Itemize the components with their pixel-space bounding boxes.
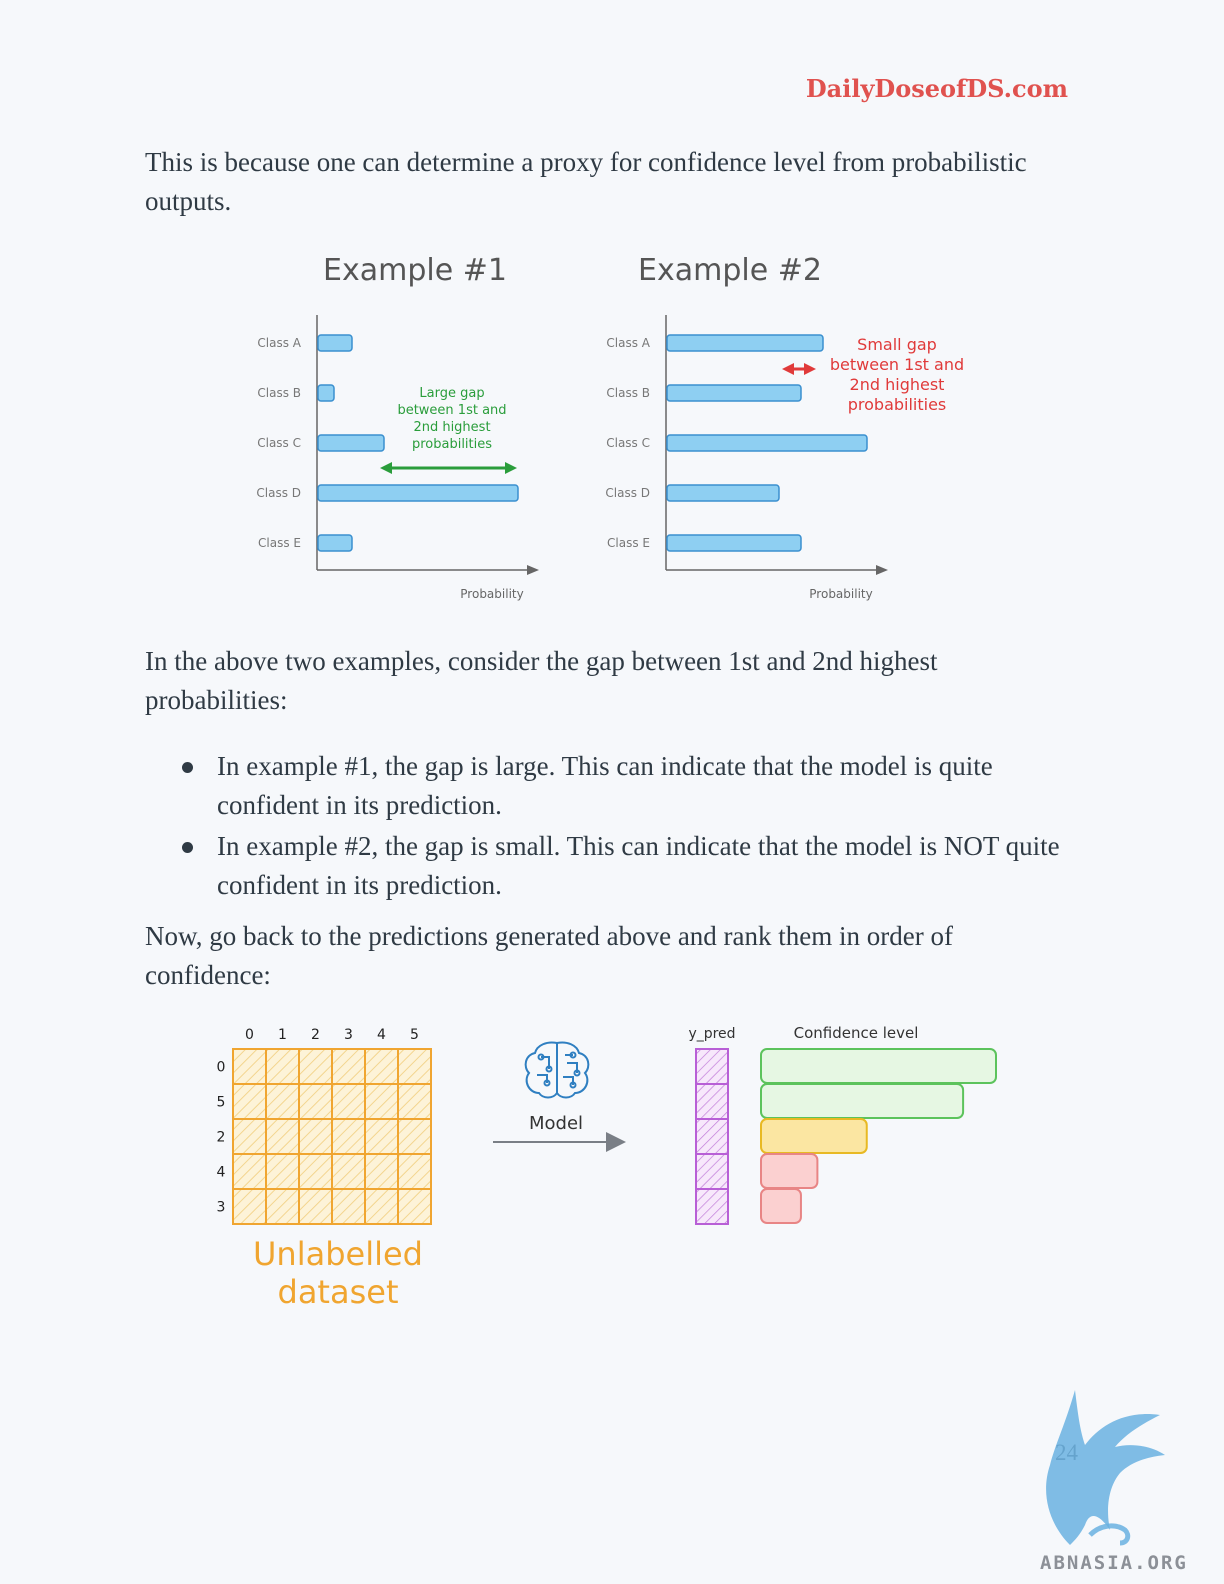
column-header: 5 — [410, 1027, 419, 1043]
row-header: 0 — [217, 1060, 226, 1076]
bar — [317, 484, 519, 502]
category-label: Class A — [606, 336, 650, 350]
example-1-chart: Example #1 Probability Class A Class B Clas… — [256, 253, 539, 601]
watermark-text: ABNASIA.ORG — [1040, 1552, 1188, 1574]
gap-arrowhead-left — [782, 363, 794, 375]
model-icon — [524, 1041, 590, 1099]
row-header: 2 — [217, 1130, 226, 1146]
row-header: 4 — [217, 1165, 226, 1181]
example-2-title: Example #2 — [638, 253, 822, 288]
row-header: 5 — [217, 1095, 226, 1111]
ypred-background — [695, 1048, 729, 1225]
bullet-item: In example #1, the gap is large. This ca… — [145, 747, 1085, 825]
model-label: Model — [529, 1113, 583, 1134]
category-label: Class C — [257, 436, 301, 450]
dataset-label-line-2: dataset — [278, 1273, 399, 1311]
site-brand: DailyDoseofDS.com — [805, 74, 1068, 103]
category-label: Class C — [606, 436, 650, 450]
bullet-item: In example #2, the gap is small. This ca… — [145, 827, 1085, 905]
x-axis-label: Probability — [460, 587, 523, 601]
column-header: 2 — [311, 1027, 320, 1043]
example-1-title: Example #1 — [323, 253, 507, 288]
column-header: 0 — [245, 1027, 254, 1043]
bullet-list: In example #1, the gap is large. This ca… — [145, 747, 1085, 907]
gap-arrowhead-left — [380, 462, 392, 474]
confidence-ranking-diagram: 0 1 2 3 4 5 0 5 2 4 3 Unlabelled dataset Model y_p… — [217, 1024, 997, 1311]
closing-paragraph: Now, go back to the predictions generate… — [145, 921, 953, 990]
category-label: Class B — [257, 386, 301, 400]
annotation-line: Large gap — [419, 386, 484, 401]
confidence-level-label: Confidence level — [794, 1024, 919, 1042]
annotation-line: Small gap — [857, 335, 937, 354]
bar — [317, 434, 385, 452]
bar — [666, 434, 868, 452]
bullet-dot — [182, 762, 193, 773]
bar — [666, 534, 802, 552]
confidence-bars — [760, 1048, 997, 1224]
category-label: Class D — [605, 486, 650, 500]
x-axis-label: Probability — [809, 587, 872, 601]
example-2-chart: Example #2 Probability Class A Class B Clas… — [605, 253, 888, 601]
category-label: Class E — [607, 536, 650, 550]
watermark-bird-logo — [1046, 1390, 1165, 1546]
bar — [317, 534, 353, 552]
unlabelled-dataset-grid: 0 1 2 3 4 5 0 5 2 4 3 — [217, 1027, 432, 1225]
confidence-bar — [760, 1048, 997, 1084]
bullet-dot — [182, 842, 193, 853]
bar — [317, 384, 335, 402]
annotation-line: probabilities — [848, 395, 947, 414]
gap-arrowhead-right — [505, 462, 517, 474]
bar — [317, 334, 353, 352]
unlabelled-dataset-label: Unlabelled dataset — [253, 1235, 423, 1311]
column-header: 4 — [377, 1027, 386, 1043]
bar — [666, 334, 824, 352]
confidence-bar — [760, 1153, 819, 1189]
bullet-text: In example #1, the gap is large. This ca… — [217, 751, 993, 820]
x-axis-arrowhead — [527, 565, 539, 575]
row-header: 3 — [217, 1200, 226, 1216]
category-label: Class B — [606, 386, 650, 400]
bar — [666, 484, 780, 502]
intro-paragraph: This is because one can determine a prox… — [145, 147, 1027, 216]
confidence-bar — [760, 1083, 965, 1119]
column-header: 3 — [344, 1027, 353, 1043]
category-label: Class D — [256, 486, 301, 500]
example-1-annotation: Large gap between 1st and 2nd highest proba… — [380, 386, 517, 474]
bullet-text: In example #2, the gap is small. This ca… — [217, 831, 1060, 900]
gap-arrowhead-right — [804, 363, 816, 375]
column-header: 1 — [278, 1027, 287, 1043]
category-label: Class A — [257, 336, 301, 350]
confidence-bar — [760, 1188, 802, 1224]
annotation-line: between 1st and — [830, 355, 964, 374]
middle-paragraph: In the above two examples, consider the … — [145, 646, 938, 715]
confidence-bar — [760, 1118, 868, 1154]
dataset-label-line-1: Unlabelled — [253, 1235, 423, 1273]
category-label: Class E — [258, 536, 301, 550]
ypred-label: y_pred — [688, 1026, 735, 1042]
annotation-line: 2nd highest — [850, 375, 945, 394]
probability-bar-charts: Example #1 Probability Class A Class B Clas… — [256, 253, 964, 601]
annotation-line: probabilities — [412, 437, 492, 452]
ypred-column — [695, 1048, 729, 1225]
annotation-line: between 1st and — [397, 403, 506, 418]
annotation-line: 2nd highest — [413, 420, 490, 435]
bar — [666, 384, 802, 402]
x-axis-arrowhead — [876, 565, 888, 575]
